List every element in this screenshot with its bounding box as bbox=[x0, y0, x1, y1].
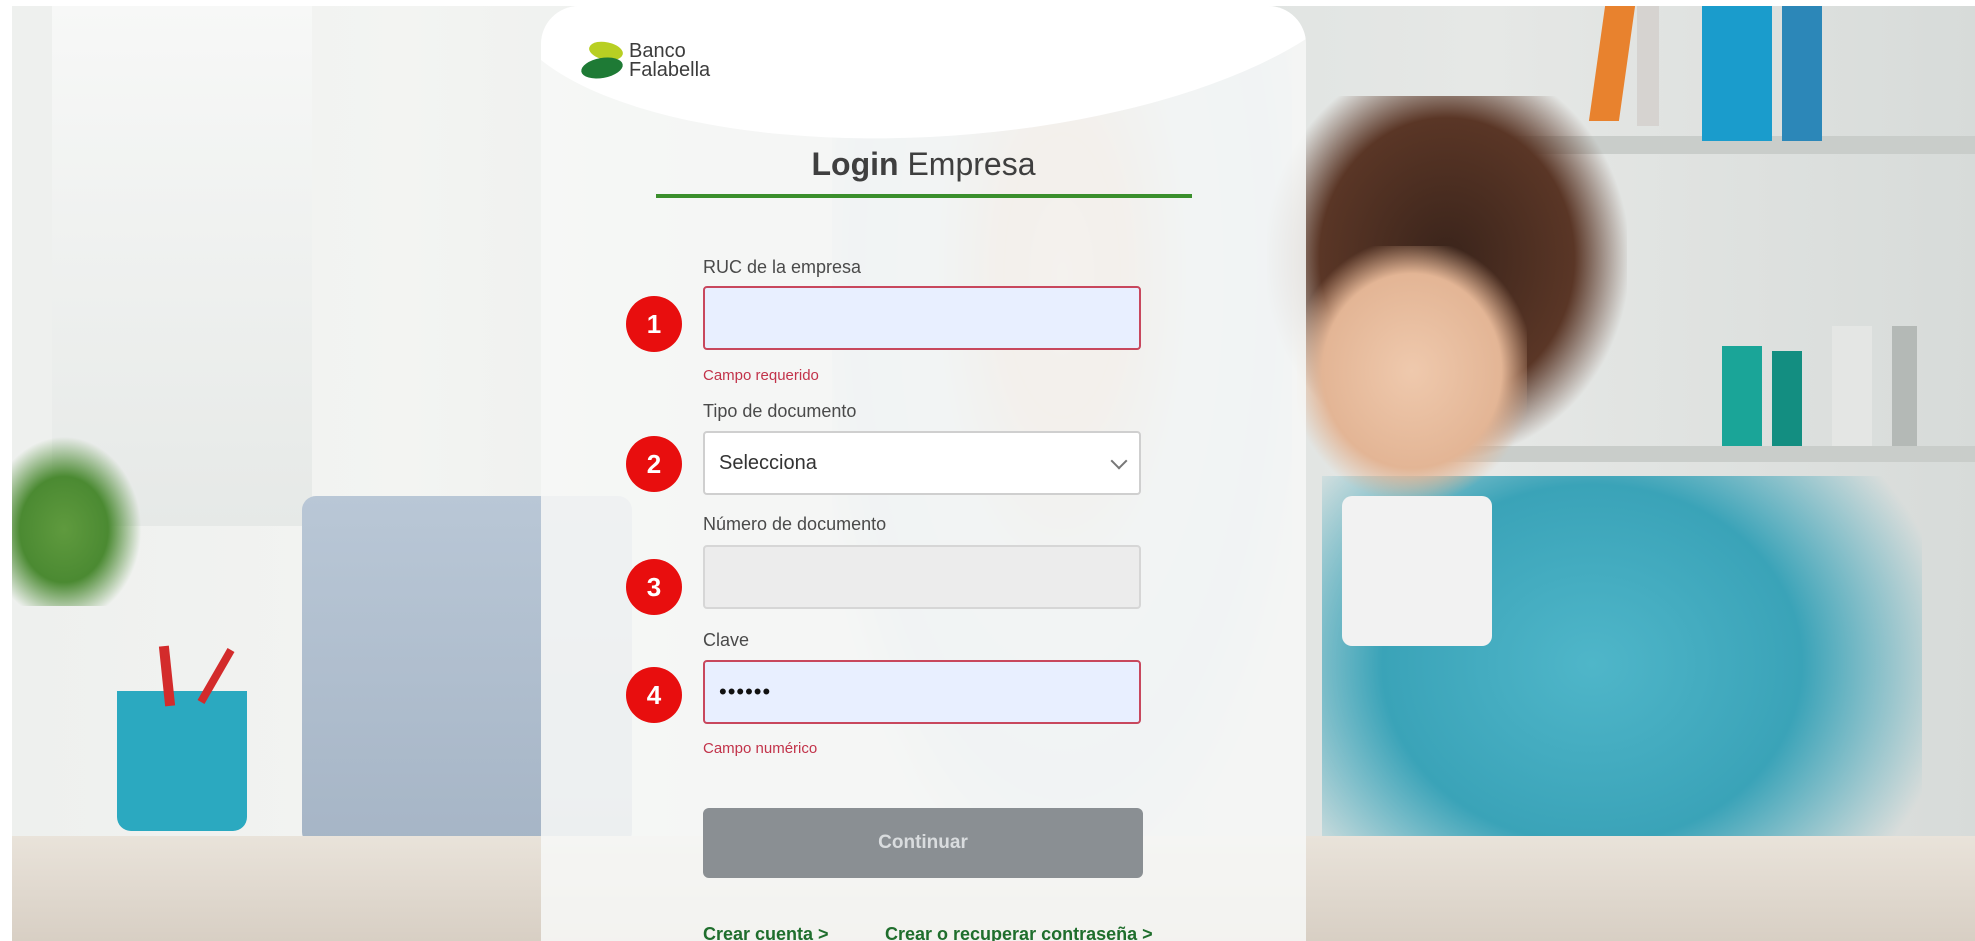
ruc-field[interactable] bbox=[703, 286, 1141, 350]
background-woman-face bbox=[1297, 246, 1527, 496]
password-masked-value: •••••• bbox=[719, 679, 772, 704]
ruc-input[interactable] bbox=[719, 287, 1125, 349]
background-book bbox=[1832, 326, 1872, 446]
doc-number-label: Número de documento bbox=[703, 514, 887, 534]
background-mug bbox=[1342, 496, 1492, 646]
title-underline bbox=[656, 194, 1192, 198]
page-title: Login Empresa bbox=[541, 146, 1306, 183]
doc-type-select[interactable]: Selecciona bbox=[703, 431, 1141, 495]
background-plant bbox=[12, 436, 142, 606]
background-book bbox=[1772, 351, 1802, 446]
doc-number-input[interactable] bbox=[719, 546, 1125, 608]
brand-logo: Banco Falabella bbox=[579, 37, 711, 82]
login-panel: Banco Falabella Login Empresa RUC de la … bbox=[541, 6, 1306, 941]
step-badge-1: 1 bbox=[626, 296, 682, 352]
brand-leaf-icon bbox=[579, 37, 625, 82]
brand-line-2: Falabella bbox=[629, 59, 711, 81]
step-badge-3: 3 bbox=[626, 559, 682, 615]
doc-number-field[interactable] bbox=[703, 545, 1141, 609]
doc-type-label: Tipo de documento bbox=[703, 401, 857, 421]
background-pen-cup bbox=[117, 691, 247, 831]
background-book bbox=[1722, 346, 1762, 446]
ruc-error-text: Campo requerido bbox=[703, 367, 819, 384]
password-label: Clave bbox=[703, 630, 750, 650]
background-book bbox=[1702, 6, 1772, 141]
background-book bbox=[1782, 6, 1822, 141]
chevron-down-icon bbox=[1110, 452, 1128, 470]
continue-button[interactable]: Continuar bbox=[703, 808, 1143, 878]
background-book bbox=[1637, 6, 1659, 126]
page-title-bold: Login bbox=[811, 146, 899, 182]
password-error-text: Campo numérico bbox=[703, 740, 818, 757]
panel-header-wave bbox=[541, 6, 1306, 167]
create-account-link[interactable]: Crear cuenta > bbox=[703, 924, 829, 941]
recover-password-link[interactable]: Crear o recuperar contraseña > bbox=[885, 924, 1153, 941]
page-title-regular: Empresa bbox=[907, 146, 1036, 182]
step-badge-2: 2 bbox=[626, 436, 682, 492]
background-book bbox=[1892, 326, 1917, 446]
password-field[interactable]: •••••• bbox=[703, 660, 1141, 724]
ruc-label: RUC de la empresa bbox=[703, 257, 862, 277]
doc-type-selected-value: Selecciona bbox=[719, 451, 817, 474]
step-badge-4: 4 bbox=[626, 667, 682, 723]
brand-name: Banco Falabella bbox=[629, 41, 711, 81]
